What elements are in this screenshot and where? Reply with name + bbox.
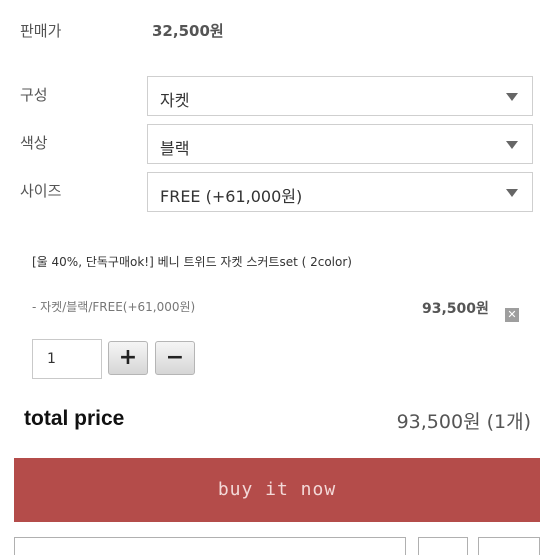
quantity-minus-button[interactable]: − (155, 341, 195, 375)
bottom-button-small-2[interactable] (478, 537, 540, 555)
quantity-plus-button[interactable]: + (108, 341, 148, 375)
color-select[interactable]: 블랙 (147, 124, 533, 164)
bottom-button-small[interactable] (418, 537, 468, 555)
composition-select[interactable]: 자켓 (147, 76, 533, 116)
sale-price-value: 32,500원 (152, 22, 224, 40)
size-select[interactable]: FREE (+61,000원) (147, 172, 533, 212)
option-label-color: 색상 (20, 134, 48, 152)
bottom-button-wide[interactable] (14, 537, 406, 555)
chevron-down-icon (506, 189, 518, 197)
close-icon[interactable]: ✕ (505, 308, 519, 322)
sale-price-label: 판매가 (20, 22, 62, 40)
quantity-input[interactable]: 1 (32, 339, 102, 379)
selected-item-option: - 자켓/블랙/FREE(+61,000원) (32, 300, 196, 314)
chevron-down-icon (506, 93, 518, 101)
chevron-down-icon (506, 141, 518, 149)
option-label-size: 사이즈 (20, 182, 62, 200)
size-select-value: FREE (+61,000원) (160, 187, 303, 206)
composition-select-value: 자켓 (160, 91, 190, 110)
selected-item-title: [울 40%, 단독구매ok!] 베니 트위드 자켓 스커트set ( 2col… (32, 255, 352, 269)
total-price-value: 93,500원 (1개) (396, 411, 531, 433)
total-price-label: total price (24, 407, 125, 430)
selected-item-price: 93,500원 (422, 301, 489, 317)
buy-now-button[interactable]: buy it now (14, 458, 540, 522)
option-label-composition: 구성 (20, 86, 48, 104)
color-select-value: 블랙 (160, 139, 190, 158)
